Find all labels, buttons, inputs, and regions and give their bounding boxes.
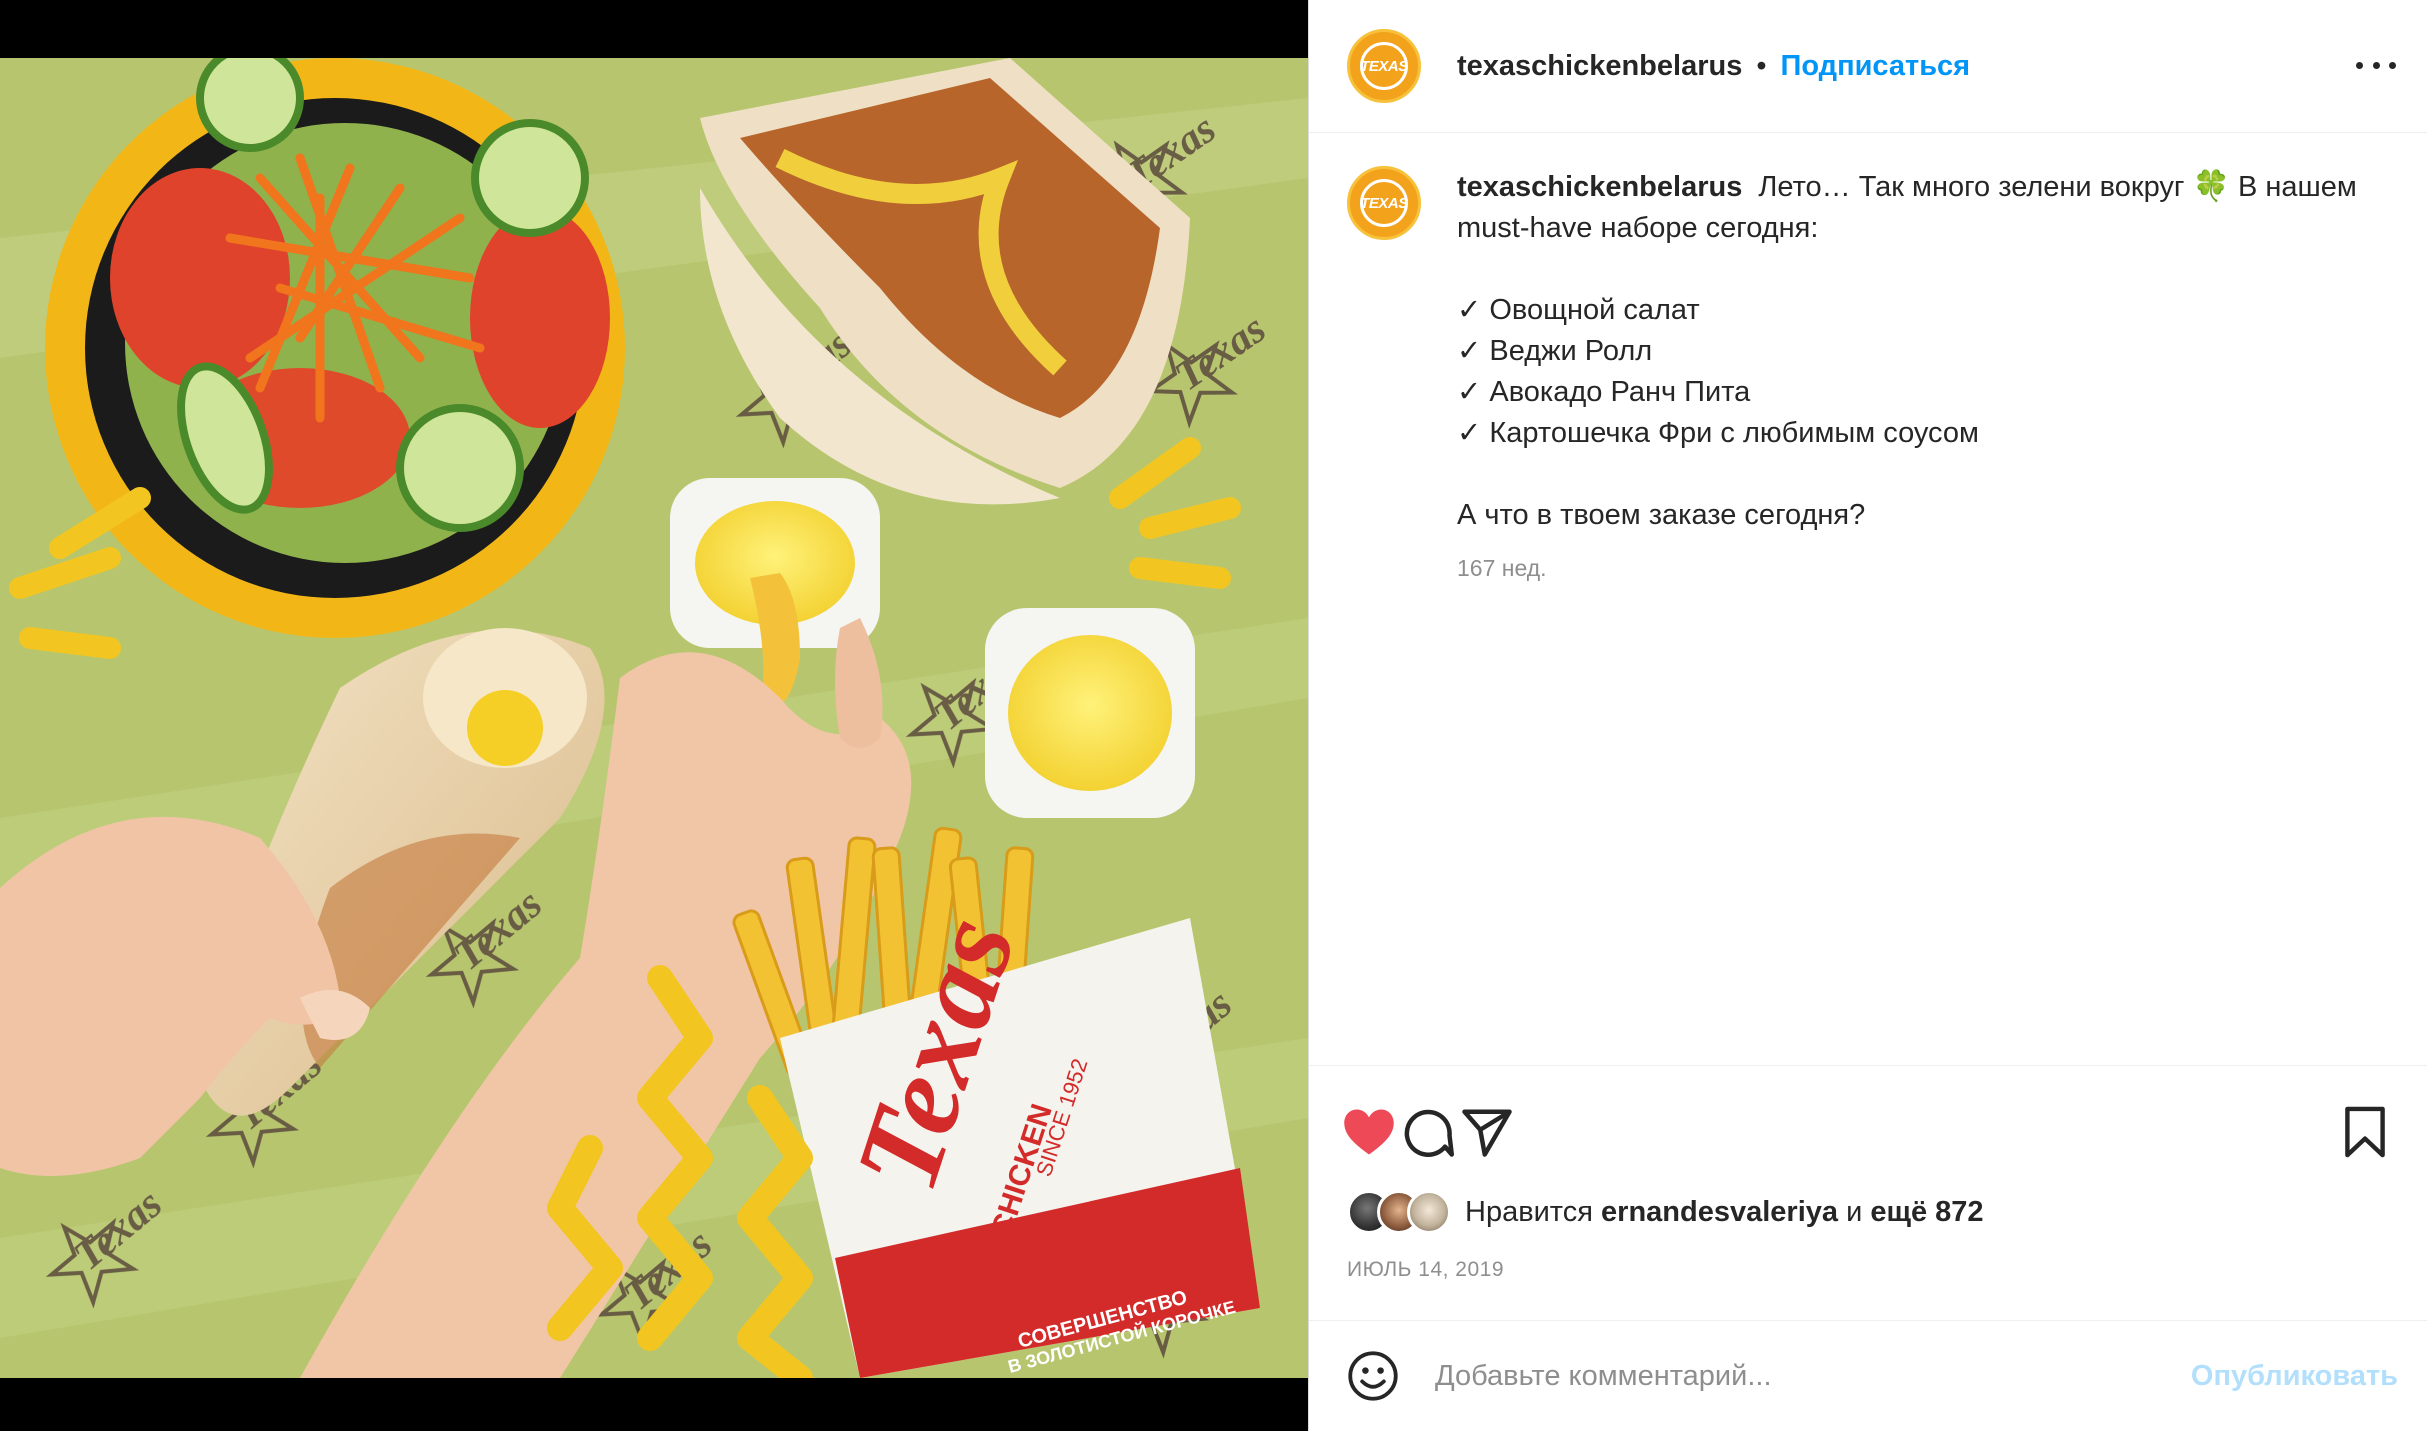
brand-logo: TEXAS	[1360, 179, 1408, 227]
caption-list-item: ✓ Авокадо Ранч Пита	[1457, 376, 1751, 408]
heart-icon[interactable]	[1339, 1102, 1399, 1162]
caption-row: TEXAS texaschickenbelarus Лето… Так мног…	[1347, 166, 2390, 589]
follow-button[interactable]: Подписаться	[1780, 50, 1970, 83]
post-media: Texas Texas Texas Texas Texas Texas Texa…	[0, 0, 1308, 1431]
caption-list-item: ✓ Картошечка Фри с любимым соусом	[1457, 417, 1979, 449]
comment-bar: Опубликовать	[1309, 1320, 2427, 1431]
caption-time-ago[interactable]: 167 нед.	[1457, 548, 2390, 589]
post-header: TEXAS texaschickenbelarus • Подписаться	[1309, 0, 2427, 133]
action-bar	[1309, 1102, 2427, 1162]
author-username[interactable]: texaschickenbelarus	[1457, 50, 1742, 83]
author-avatar[interactable]: TEXAS	[1347, 29, 1421, 103]
likes-count[interactable]: ещё 872	[1870, 1196, 1983, 1229]
salad-bowl	[45, 58, 625, 638]
sauce-cup-2	[985, 608, 1195, 818]
instagram-post: Texas Texas Texas Texas Texas Texas Texa…	[0, 0, 2427, 1431]
publish-button[interactable]: Опубликовать	[2191, 1360, 2398, 1393]
likes-conj: и	[1846, 1195, 1863, 1228]
caption-question: А что в твоем заказе сегодня?	[1457, 499, 1866, 531]
actions-area: Нравится ernandesvaleriya и ещё 872 ИЮЛЬ…	[1309, 1065, 2427, 1319]
caption-username[interactable]: texaschickenbelarus	[1457, 171, 1742, 203]
share-icon[interactable]	[1457, 1102, 1517, 1162]
likes-row: Нравится ernandesvaleriya и ещё 872	[1347, 1190, 1984, 1234]
likes-prefix: Нравится	[1465, 1195, 1593, 1228]
liker-avatars[interactable]	[1347, 1190, 1455, 1234]
bookmark-icon[interactable]	[2335, 1102, 2395, 1162]
caption-list-item: ✓ Овощной салат	[1457, 294, 1700, 326]
brand-logo: TEXAS	[1360, 42, 1408, 90]
more-icon[interactable]	[2356, 50, 2396, 80]
emoji-icon[interactable]	[1347, 1350, 1399, 1402]
post-photo[interactable]: Texas Texas Texas Texas Texas Texas Texa…	[0, 58, 1308, 1378]
post-panel: TEXAS texaschickenbelarus • Подписаться …	[1308, 0, 2427, 1431]
avatar	[1407, 1190, 1451, 1234]
separator-dot: •	[1756, 49, 1767, 82]
post-caption: texaschickenbelarus Лето… Так много зеле…	[1457, 166, 2390, 589]
comment-input[interactable]	[1435, 1359, 2135, 1393]
caption-intro: Лето… Так много зелени вокруг	[1758, 171, 2185, 203]
comments-section: TEXAS texaschickenbelarus Лето… Так мног…	[1309, 134, 2427, 1064]
comment-icon[interactable]	[1397, 1102, 1457, 1162]
food-photo-illustration: Texas Texas Texas Texas Texas Texas Texa…	[0, 58, 1308, 1378]
caption-list-item: ✓ Веджи Ролл	[1457, 335, 1653, 367]
post-date[interactable]: ИЮЛЬ 14, 2019	[1347, 1258, 1504, 1282]
caption-avatar[interactable]: TEXAS	[1347, 166, 1421, 240]
clover-icon: 🍀	[2192, 170, 2230, 203]
likes-user[interactable]: ernandesvaleriya	[1601, 1196, 1838, 1229]
